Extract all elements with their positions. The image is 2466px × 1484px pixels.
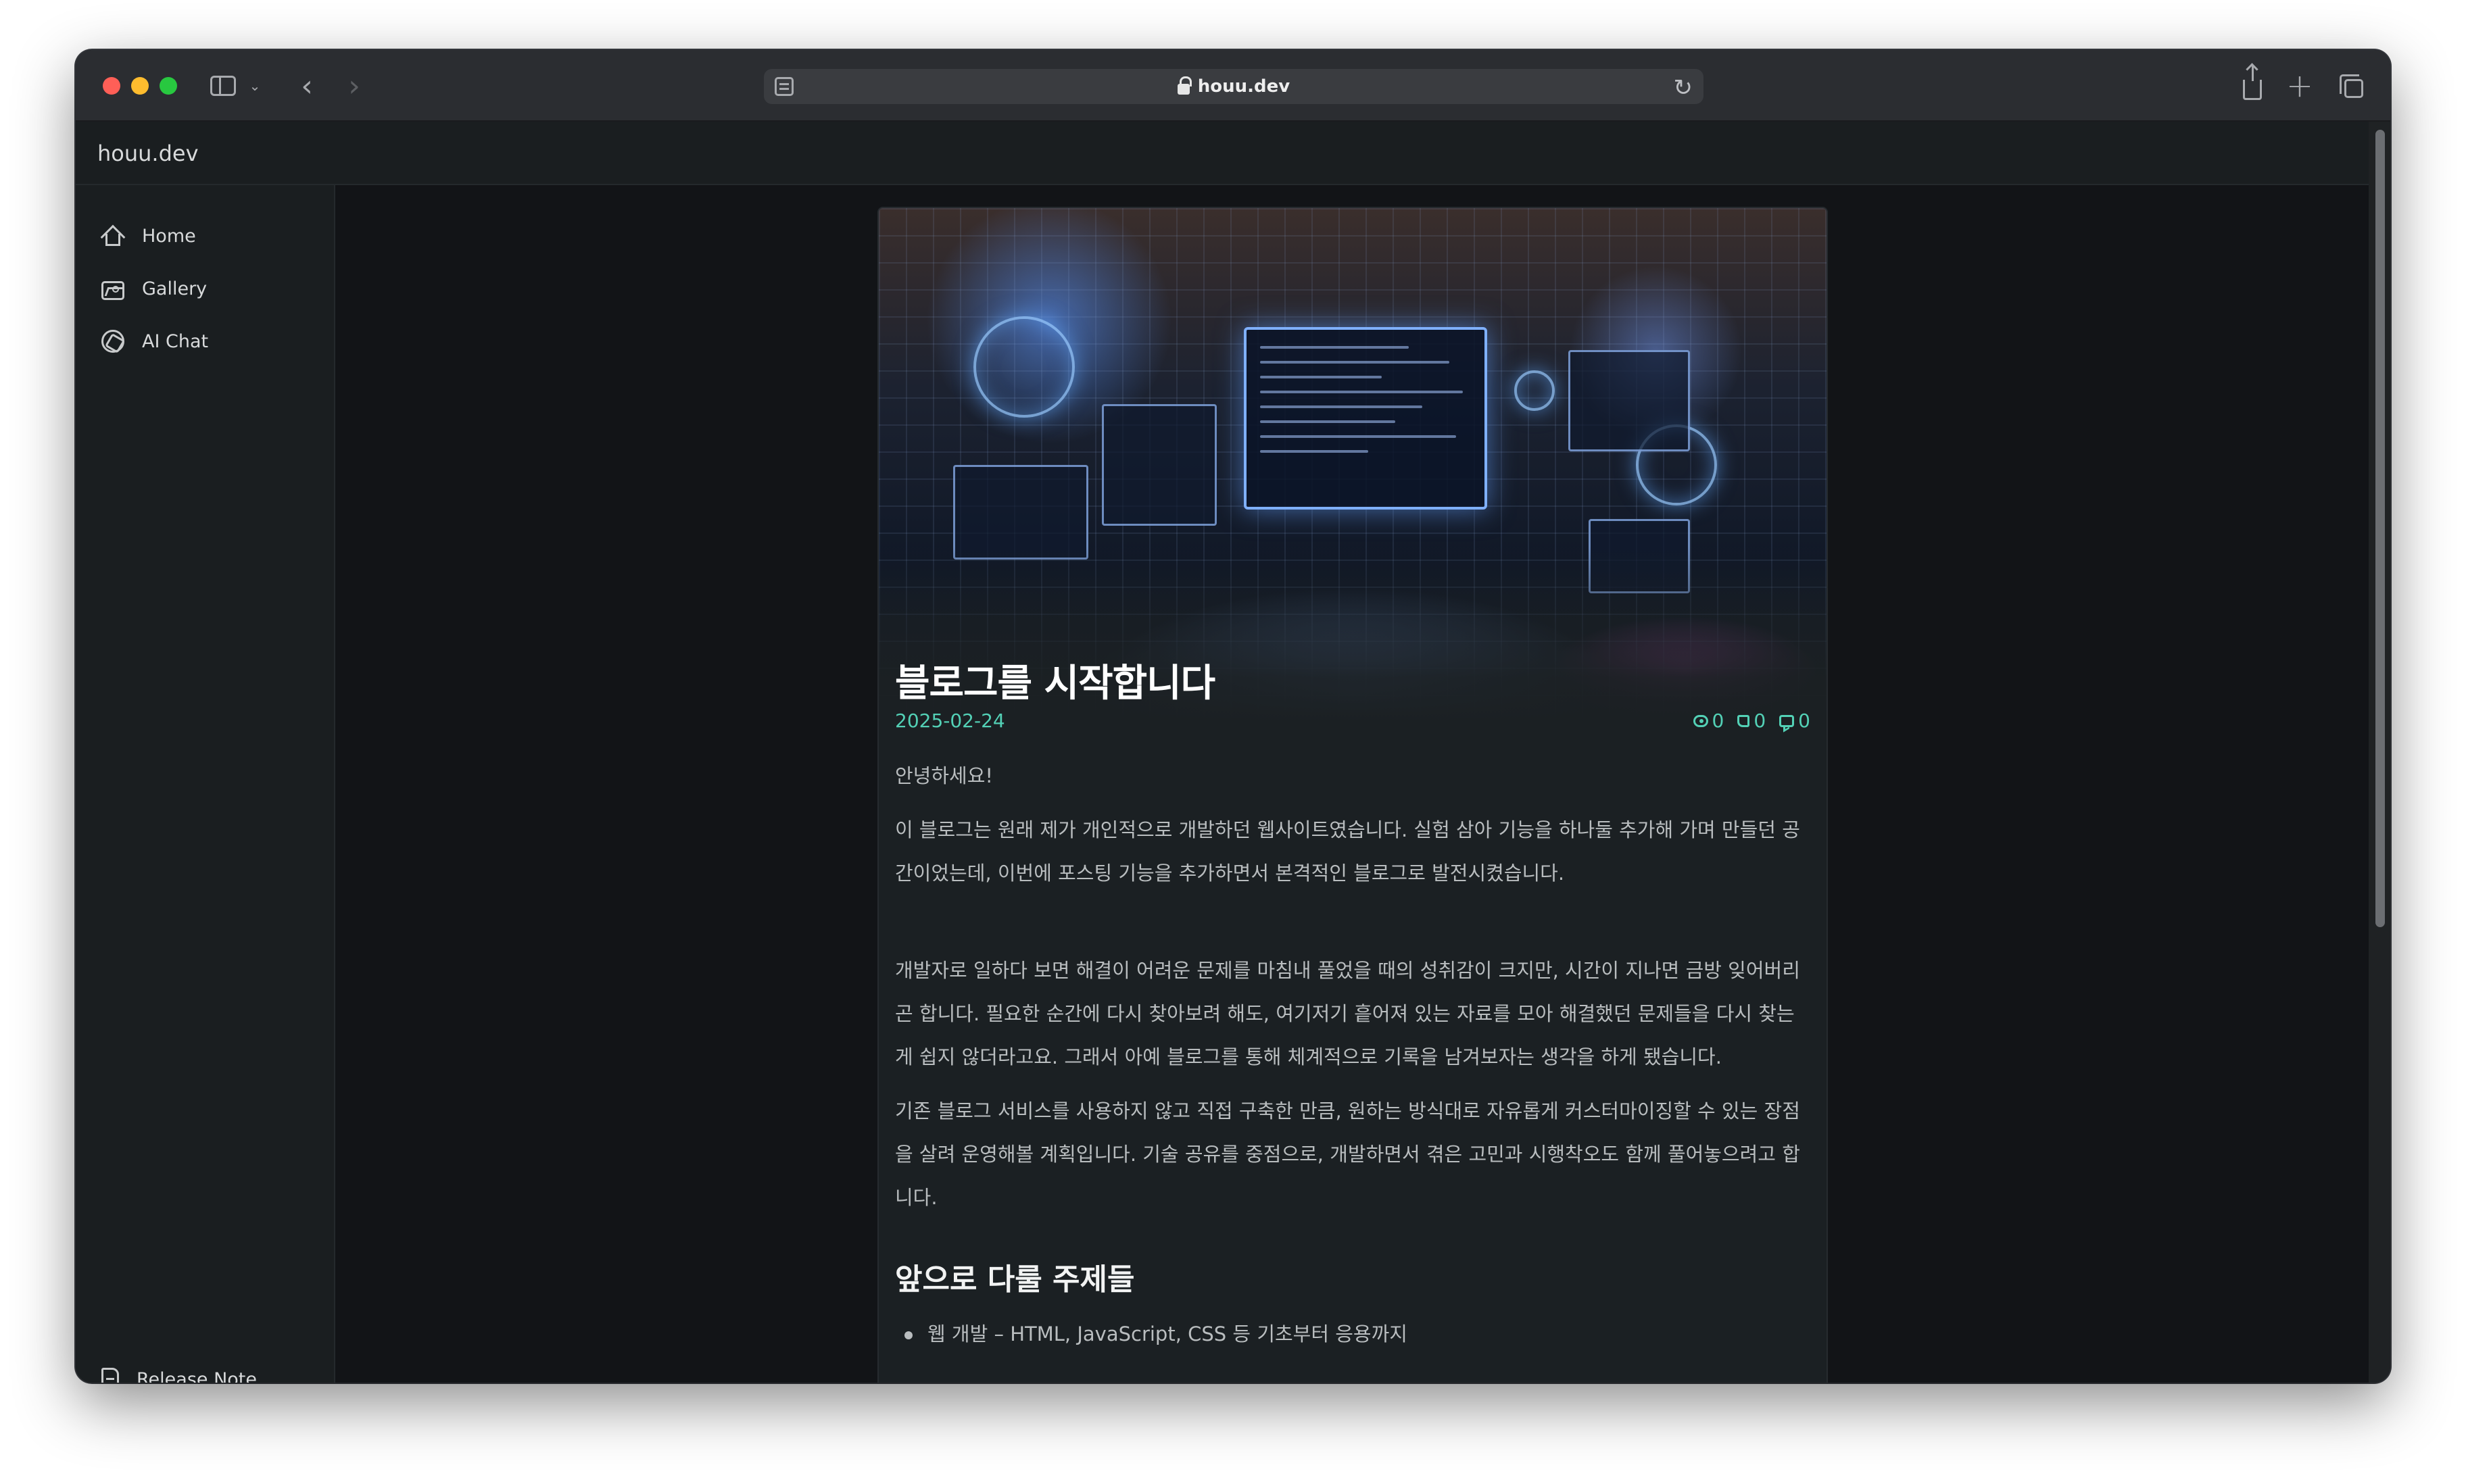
forward-icon[interactable]: › <box>339 69 369 103</box>
address-bar[interactable]: houu.dev ↻ <box>764 69 1703 104</box>
lock-icon <box>1177 76 1192 95</box>
eye-icon <box>1693 714 1708 727</box>
new-tab-icon[interactable]: + <box>2285 67 2315 105</box>
post-paragraph: 안녕하세요! <box>895 764 994 787</box>
minimize-window-button[interactable] <box>131 77 149 95</box>
sidebar-item-label: Release Note <box>137 1368 257 1383</box>
thumbs-up-icon <box>1737 714 1750 727</box>
share-icon[interactable] <box>2238 65 2267 101</box>
zoom-window-button[interactable] <box>160 77 177 95</box>
site-brand-link[interactable]: houu.dev <box>97 141 199 166</box>
comments-count: 0 <box>1798 710 1810 732</box>
back-icon[interactable]: ‹ <box>292 69 322 103</box>
home-icon <box>100 224 126 250</box>
likes-count: 0 <box>1754 710 1766 732</box>
views-count: 0 <box>1712 710 1724 732</box>
ai-chat-icon <box>101 330 124 353</box>
comments-stat[interactable]: 0 <box>1779 710 1810 732</box>
sidebar-item-release-note[interactable]: Release Note <box>92 1358 322 1383</box>
site-header: houu.dev <box>76 122 2369 185</box>
section-heading: 앞으로 다룰 주제들 <box>895 1262 1135 1297</box>
likes-stat[interactable]: 0 <box>1737 710 1766 732</box>
document-icon <box>101 1368 119 1383</box>
post-date: 2025-02-24 <box>895 710 1005 732</box>
image-icon <box>101 281 124 300</box>
sidebar-item-label: Home <box>142 225 196 247</box>
post-title: 블로그를 시작합니다 <box>895 662 1215 706</box>
post-meta: 2025-02-24 0 0 0 <box>895 707 1810 734</box>
page-menu-icon[interactable] <box>775 77 794 96</box>
sidebar-item-gallery[interactable]: Gallery <box>92 268 322 310</box>
main-content: 블로그를 시작합니다 2025-02-24 0 0 0 안녕하세요! 이 블로그… <box>337 185 2369 1383</box>
post-paragraph: 기존 블로그 서비스를 사용하지 않고 직접 구축한 만큼, 원하는 방식대로 … <box>895 1099 1800 1209</box>
comment-icon <box>1779 714 1795 727</box>
chevron-down-icon[interactable]: ⌄ <box>245 70 265 101</box>
post-paragraph: 개발자로 일하다 보면 해결이 어려운 문제를 마침내 풀었을 때의 성취감이 … <box>895 959 1800 1068</box>
views-stat: 0 <box>1693 710 1724 732</box>
post-body: 안녕하세요! 이 블로그는 원래 제가 개인적으로 개발하던 웹사이트였습니다.… <box>895 754 1810 1356</box>
topic-list: 웹 개발 – HTML, JavaScript, CSS 등 기초부터 응용까지 <box>895 1312 1810 1356</box>
close-window-button[interactable] <box>103 77 120 95</box>
page-scrollbar-thumb[interactable] <box>2375 130 2385 927</box>
sidebar-item-label: AI Chat <box>142 330 209 352</box>
sidebar-item-label: Gallery <box>142 278 208 299</box>
post-hero-image <box>879 208 1827 722</box>
tab-overview-icon[interactable] <box>2336 70 2366 101</box>
site-sidebar: Home Gallery AI Chat Release Note <box>76 185 335 1383</box>
post-stats: 0 0 0 <box>1680 710 1810 732</box>
browser-window: ⌄ ‹ › houu.dev ↻ + houu.dev Home Gallery… <box>76 50 2390 1383</box>
browser-toolbar: ⌄ ‹ › houu.dev ↻ + <box>76 50 2390 122</box>
sidebar-item-ai-chat[interactable]: AI Chat <box>92 320 322 362</box>
post-paragraph: 이 블로그는 원래 제가 개인적으로 개발하던 웹사이트였습니다. 실험 삼아 … <box>895 818 1800 885</box>
url-text: houu.dev <box>1197 76 1290 97</box>
reload-icon[interactable]: ↻ <box>1674 74 1693 101</box>
sidebar-item-home[interactable]: Home <box>92 215 322 257</box>
sidebar-toggle-icon[interactable] <box>208 70 238 101</box>
list-item: 웹 개발 – HTML, JavaScript, CSS 등 기초부터 응용까지 <box>895 1312 1810 1356</box>
post-card: 블로그를 시작합니다 2025-02-24 0 0 0 안녕하세요! 이 블로그… <box>877 207 1828 1383</box>
